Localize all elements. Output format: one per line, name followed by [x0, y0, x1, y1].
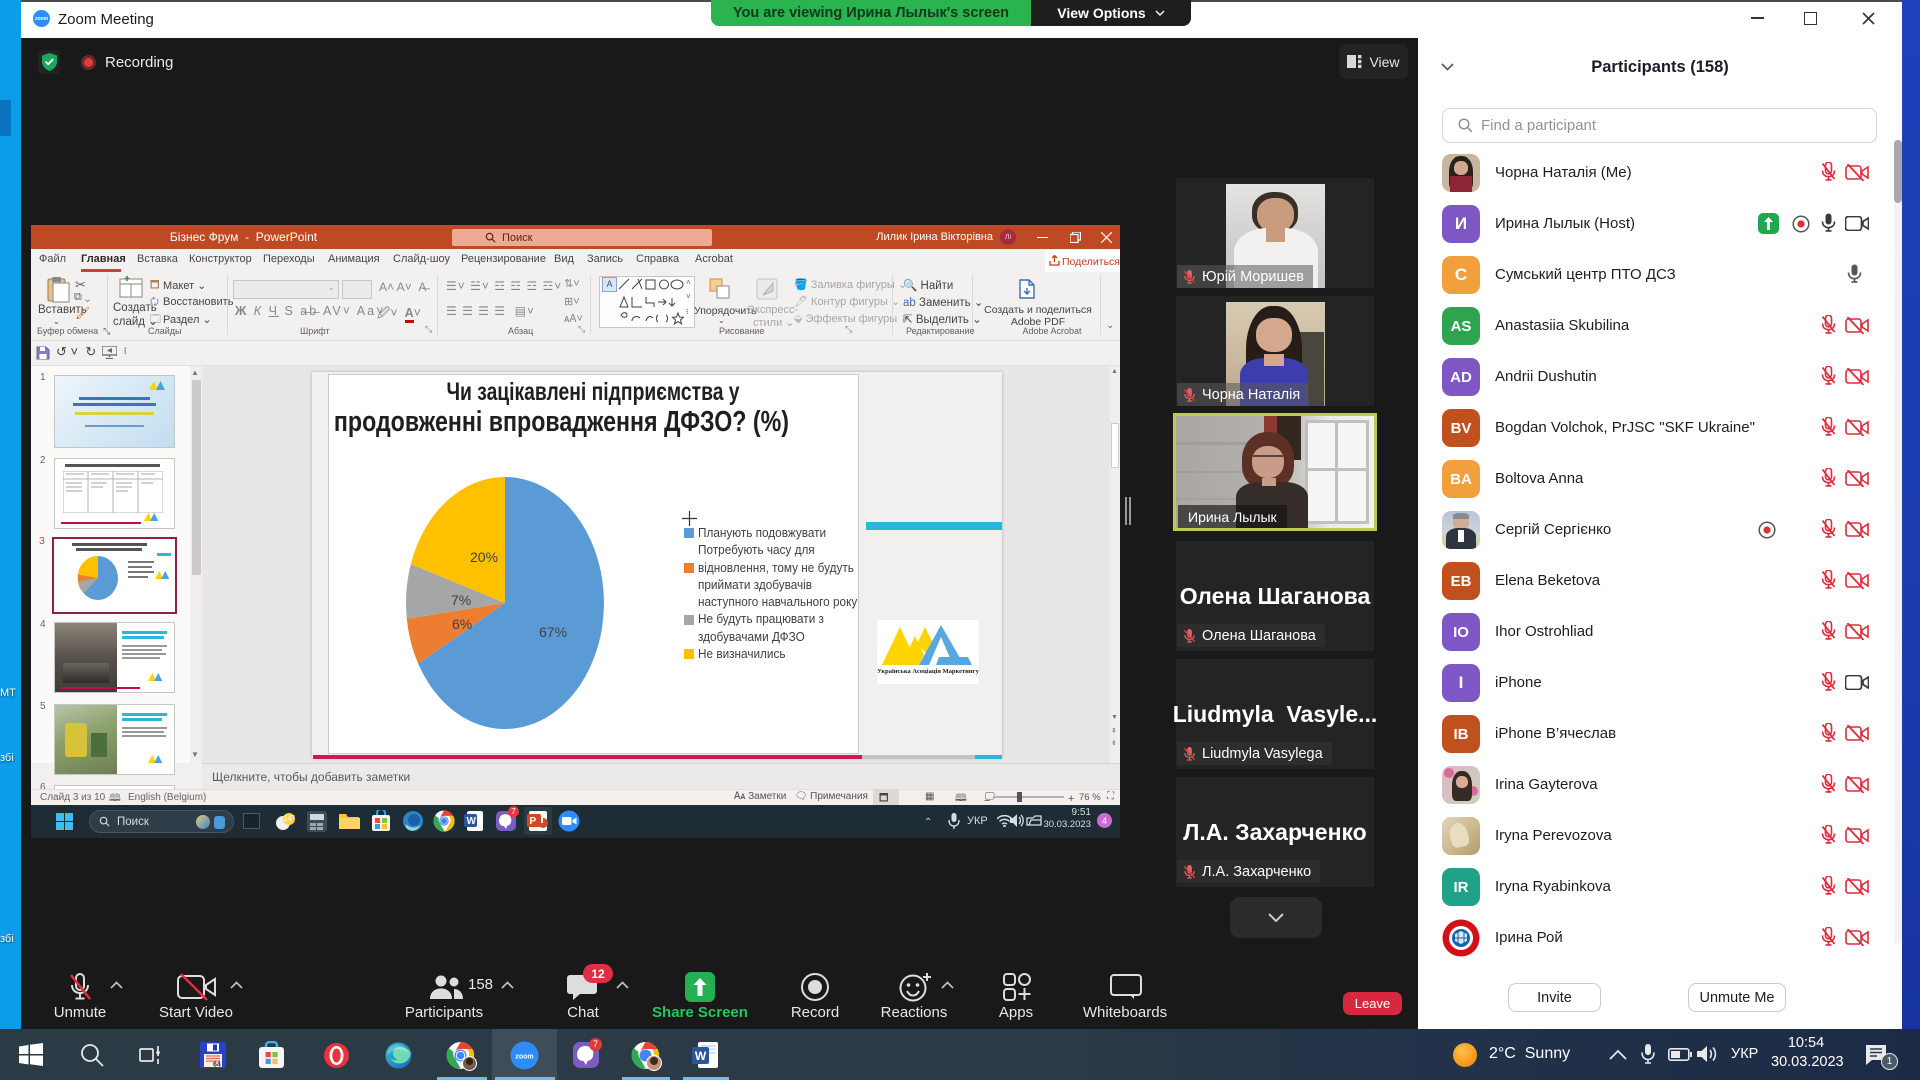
svg-text:W: W: [695, 1049, 707, 1063]
svg-text:64: 64: [213, 1062, 221, 1069]
svg-text:zoom: zoom: [515, 1054, 533, 1061]
